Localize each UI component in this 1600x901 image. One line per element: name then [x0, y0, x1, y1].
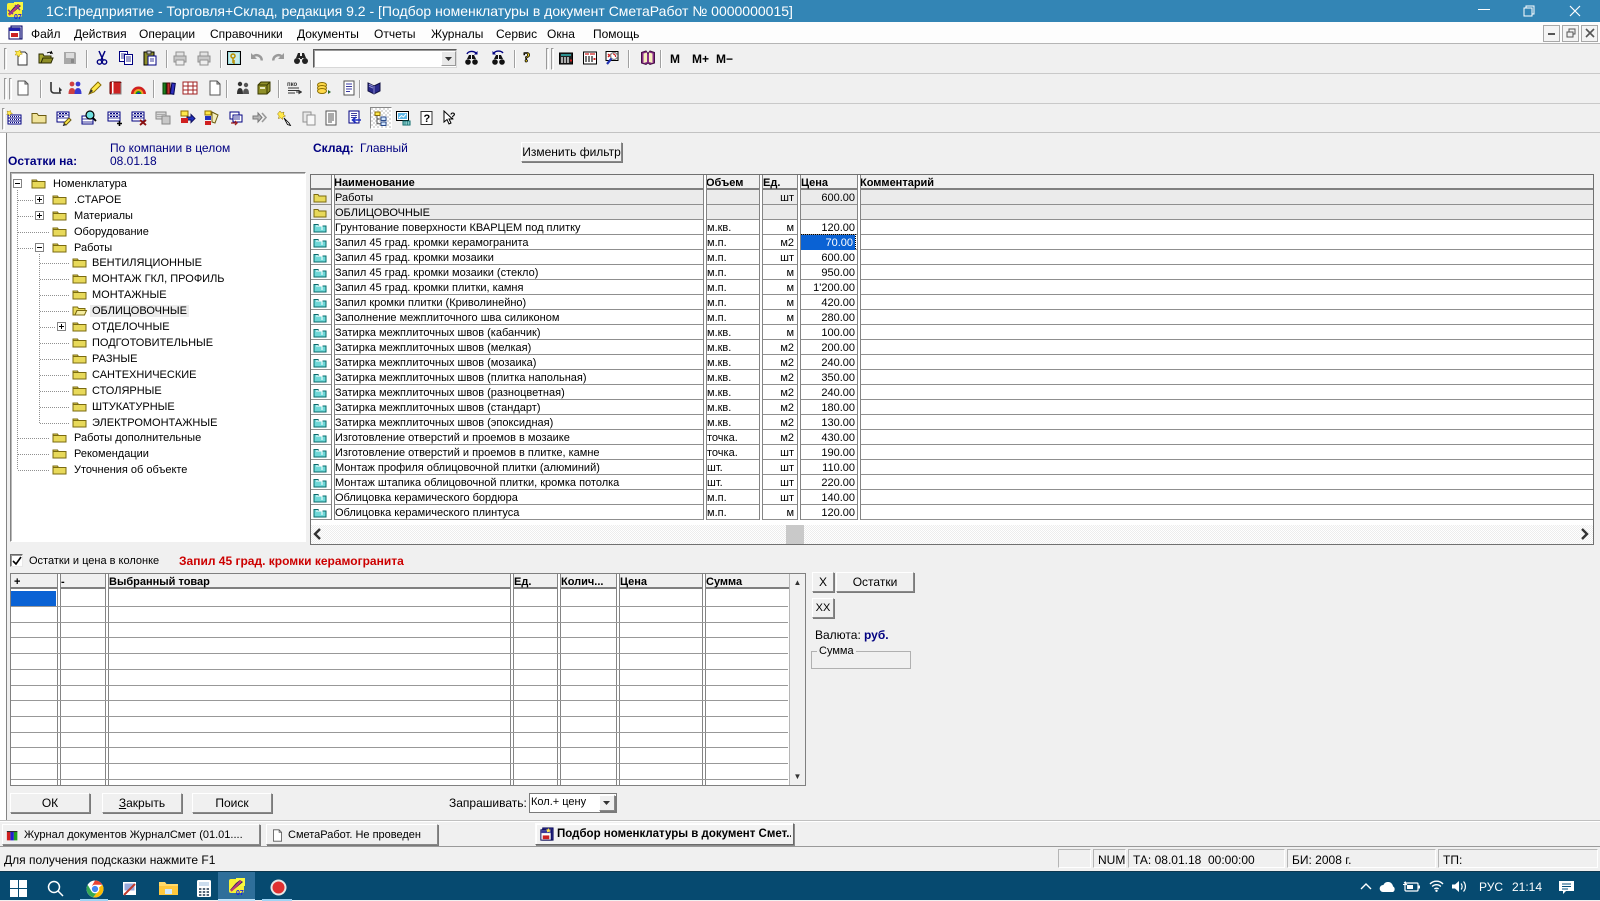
svg-text:?: ? — [523, 50, 531, 65]
svg-text:пко: пко — [287, 82, 298, 88]
svg-text:07: 07 — [14, 14, 22, 20]
svg-text:?: ? — [424, 113, 431, 125]
svg-text:07: 07 — [236, 890, 244, 896]
svg-text:?: ? — [450, 111, 456, 121]
